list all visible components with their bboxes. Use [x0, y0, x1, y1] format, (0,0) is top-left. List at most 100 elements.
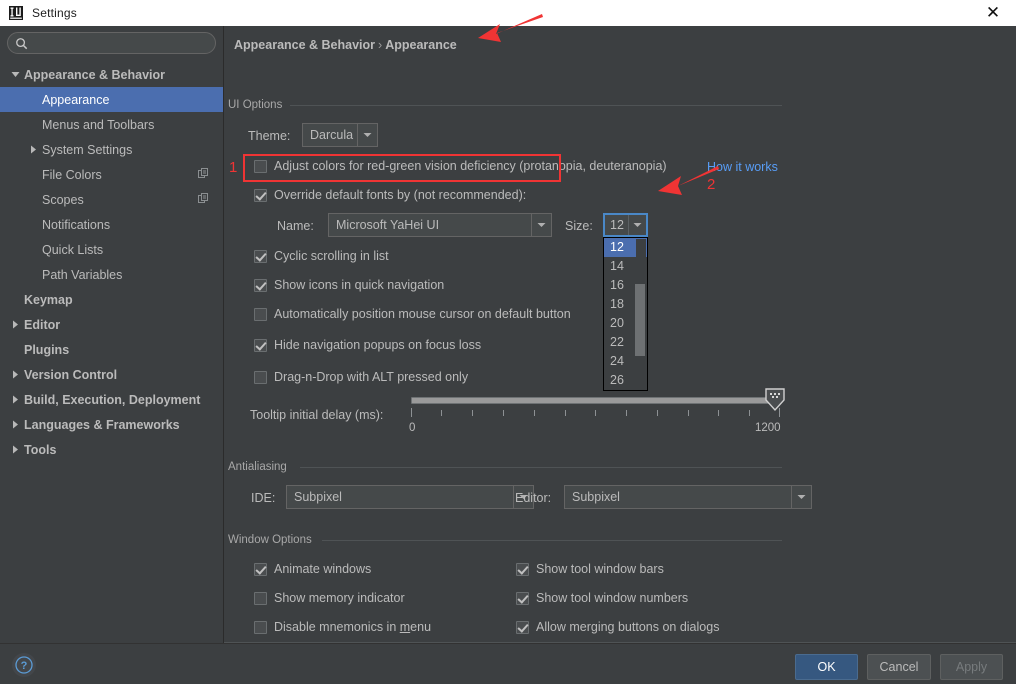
copy-icon[interactable]	[198, 193, 209, 207]
checkbox-row-show-tool-window-numbers[interactable]: Show tool window numbers	[516, 591, 688, 605]
sidebar-item-label: Path Variables	[42, 267, 123, 282]
settings-main-panel: Appearance & Behavior › Appearance UI Opti…	[224, 26, 1016, 643]
tooltip-delay-slider-thumb[interactable]	[764, 388, 786, 412]
breadcrumb-root[interactable]: Appearance & Behavior	[234, 38, 375, 52]
checkbox-label: Disable mnemonics in menu	[274, 620, 432, 634]
dropdown-scrollbar-thumb[interactable]	[635, 284, 645, 356]
font-size-combobox[interactable]: 12	[603, 213, 648, 237]
checkbox[interactable]	[516, 562, 529, 576]
tooltip-delay-slider-track[interactable]	[411, 397, 780, 404]
override-default-fonts-checkbox[interactable]	[254, 188, 267, 202]
chevron-down-icon[interactable]	[628, 215, 646, 235]
checkbox-row-allow-merging-buttons-on-dialogs[interactable]: Allow merging buttons on dialogs	[516, 620, 719, 634]
checkbox-label: Show icons in quick navigation	[274, 278, 445, 292]
checkbox-row-show-tool-window-bars[interactable]: Show tool window bars	[516, 562, 664, 576]
breadcrumb-separator-icon: ›	[378, 38, 383, 52]
sidebar-item-keymap[interactable]: Keymap	[0, 287, 223, 312]
checkbox[interactable]	[254, 562, 267, 576]
close-icon: ✕	[985, 2, 1001, 23]
adjust-colors-checkbox[interactable]	[254, 159, 267, 173]
settings-dialog: Settings ✕ Appearance & Behavior Appearan…	[0, 0, 1016, 684]
sidebar-item-appearance-behavior[interactable]: Appearance & Behavior	[0, 62, 223, 87]
checkbox-row-drag-n-drop-with-alt-pressed-only[interactable]: Drag-n-Drop with ALT pressed only	[254, 370, 468, 384]
apply-button[interactable]: Apply	[940, 654, 1003, 680]
sidebar-item-notifications[interactable]: Notifications	[0, 212, 223, 237]
dropdown-scrollbar[interactable]	[635, 239, 646, 389]
checkbox[interactable]	[516, 620, 529, 634]
checkbox-row-show-icons-in-quick-navigation[interactable]: Show icons in quick navigation	[254, 278, 444, 292]
checkbox[interactable]	[254, 338, 267, 352]
checkbox[interactable]	[254, 249, 267, 263]
sidebar-item-menus-and-toolbars[interactable]: Menus and Toolbars	[0, 112, 223, 137]
checkbox[interactable]	[254, 620, 267, 634]
sidebar-item-system-settings[interactable]: System Settings	[0, 137, 223, 162]
chevron-right-icon[interactable]	[10, 419, 21, 430]
checkbox[interactable]	[254, 307, 267, 321]
sidebar-item-path-variables[interactable]: Path Variables	[0, 262, 223, 287]
chevron-down-icon[interactable]	[10, 69, 21, 80]
theme-combobox[interactable]: Darcula	[302, 123, 378, 147]
sidebar-item-scopes[interactable]: Scopes	[0, 187, 223, 212]
chevron-right-icon[interactable]	[10, 369, 21, 380]
checkbox-row-disable-mnemonics-in-menu[interactable]: Disable mnemonics in menu	[254, 620, 431, 634]
chevron-down-icon[interactable]	[791, 486, 811, 508]
ide-antialiasing-value: Subpixel	[294, 490, 342, 504]
sidebar-item-editor[interactable]: Editor	[0, 312, 223, 337]
font-size-dropdown-list[interactable]: 12 14 16 18 20 22 24 26	[603, 237, 648, 391]
search-field[interactable]	[7, 32, 216, 54]
sidebar-item-file-colors[interactable]: File Colors	[0, 162, 223, 187]
checkbox-row-hide-navigation-popups-on-focus-loss[interactable]: Hide navigation popups on focus loss	[254, 338, 481, 352]
ide-antialiasing-combobox[interactable]: Subpixel	[286, 485, 534, 509]
sidebar-item-label: Tools	[24, 442, 57, 457]
sidebar-item-build-execution-deployment[interactable]: Build, Execution, Deployment	[0, 387, 223, 412]
sidebar-item-label: Scopes	[42, 192, 84, 207]
slider-max-label: 1200	[755, 422, 781, 434]
checkbox[interactable]	[516, 591, 529, 605]
chevron-right-icon[interactable]	[10, 394, 21, 405]
chevron-right-icon[interactable]	[28, 144, 39, 155]
sidebar-item-label: Version Control	[24, 367, 118, 382]
chevron-down-icon[interactable]	[531, 214, 551, 236]
ok-button[interactable]: OK	[795, 654, 858, 680]
cancel-button[interactable]: Cancel	[867, 654, 931, 680]
chevron-right-icon[interactable]	[10, 444, 21, 455]
checkbox-label: Show tool window bars	[536, 562, 664, 576]
checkbox[interactable]	[254, 591, 267, 605]
font-size-value: 12	[610, 218, 624, 232]
search-input[interactable]	[28, 36, 215, 50]
chevron-right-icon[interactable]	[10, 319, 21, 330]
sidebar-item-label: Plugins	[24, 342, 70, 357]
breadcrumb-current: Appearance	[385, 38, 457, 52]
sidebar-item-languages-frameworks[interactable]: Languages & Frameworks	[0, 412, 223, 437]
font-name-combobox[interactable]: Microsoft YaHei UI	[328, 213, 552, 237]
theme-combobox-value: Darcula	[310, 128, 354, 142]
sidebar-item-plugins[interactable]: Plugins	[0, 337, 223, 362]
sidebar-item-version-control[interactable]: Version Control	[0, 362, 223, 387]
override-fonts-row[interactable]: Override default fonts by (not recommend…	[254, 188, 526, 202]
editor-antialiasing-combobox[interactable]: Subpixel	[564, 485, 812, 509]
checkbox-row-animate-windows[interactable]: Animate windows	[254, 562, 371, 576]
sidebar-item-appearance[interactable]: Appearance	[0, 87, 223, 112]
close-button[interactable]: ✕	[970, 0, 1016, 26]
checkbox[interactable]	[254, 278, 267, 292]
copy-icon[interactable]	[198, 168, 209, 182]
annotation-marker-1: 1	[229, 159, 238, 176]
sidebar-item-quick-lists[interactable]: Quick Lists	[0, 237, 223, 262]
sidebar-item-tools[interactable]: Tools	[0, 437, 223, 462]
how-it-works-link[interactable]: How it works	[707, 160, 778, 174]
checkbox-row-cyclic-scrolling-in-list[interactable]: Cyclic scrolling in list	[254, 249, 389, 263]
window-title: Settings	[32, 6, 77, 20]
checkbox-row-automatically-position-mouse-cursor-on-default-button[interactable]: Automatically position mouse cursor on d…	[254, 307, 571, 321]
chevron-down-icon[interactable]	[357, 124, 377, 146]
checkbox-label: Animate windows	[274, 562, 372, 576]
checkbox[interactable]	[254, 370, 267, 384]
adjust-colors-row[interactable]: Adjust colors for red-green vision defic…	[254, 159, 667, 173]
checkbox-row-show-memory-indicator[interactable]: Show memory indicator	[254, 591, 405, 605]
help-button[interactable]: ?	[12, 653, 36, 677]
antialiasing-group-label: Antialiasing	[228, 461, 293, 473]
